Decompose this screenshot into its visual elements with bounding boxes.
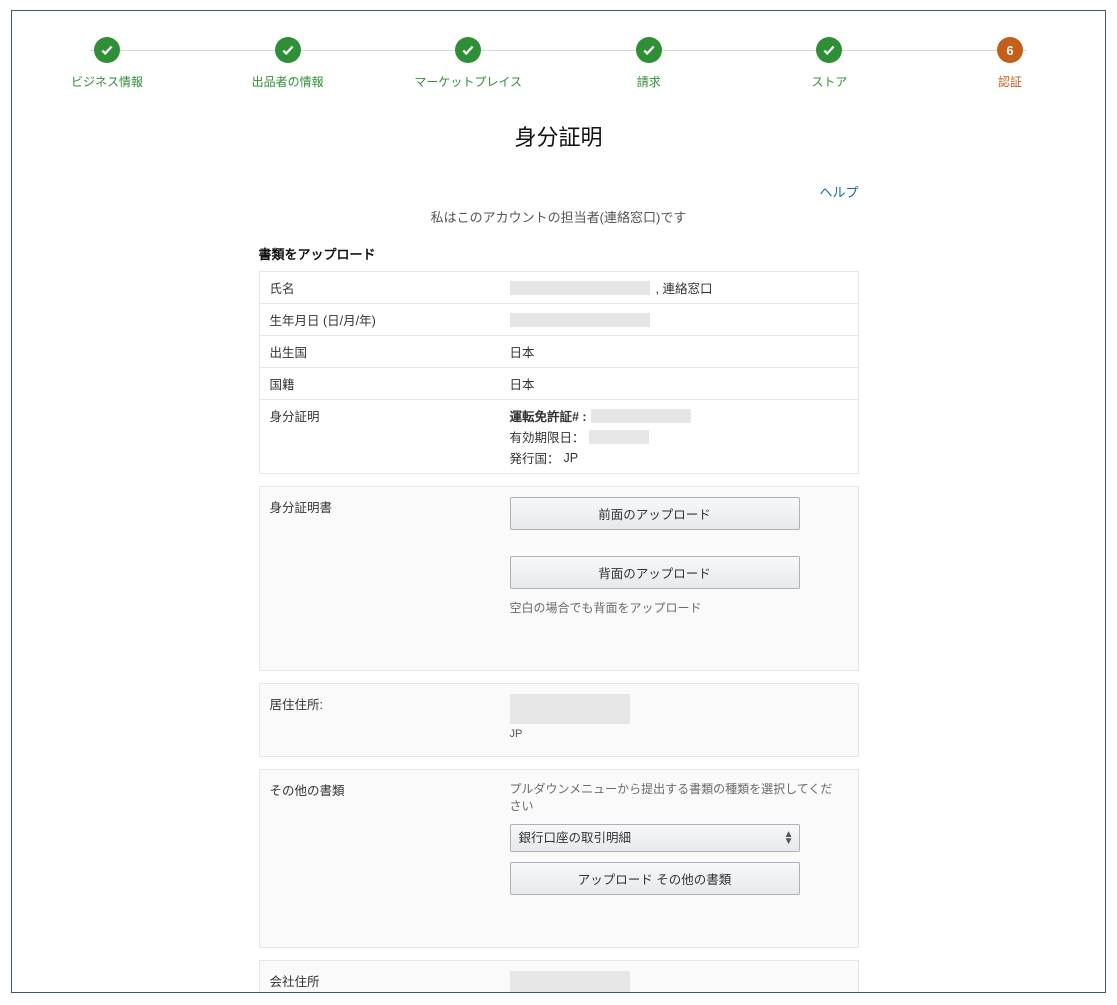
step-business-info[interactable]: ビジネス情報 bbox=[62, 37, 152, 90]
residence-label: 居住住所: bbox=[260, 684, 500, 756]
upload-back-hint: 空白の場合でも背面をアップロード bbox=[510, 599, 842, 616]
label-identity-doc: 身分証明 bbox=[260, 400, 500, 473]
label-nationality: 国籍 bbox=[260, 368, 500, 399]
step-label: 認証 bbox=[998, 73, 1022, 90]
page-title: 身分証明 bbox=[514, 120, 602, 152]
redacted-expiry bbox=[589, 430, 649, 444]
label-name: 氏名 bbox=[260, 272, 500, 303]
company-address-card: 会社住所 JP bbox=[259, 960, 859, 993]
check-icon bbox=[94, 37, 120, 63]
content-column: ヘルプ 私はこのアカウントの担当者(連絡窓口)です 書類をアップロード 氏名 ,… bbox=[259, 182, 859, 993]
step-marketplace[interactable]: マーケットプレイス bbox=[423, 37, 513, 90]
id-doc-label: 身分証明書 bbox=[260, 487, 500, 670]
other-docs-label: その他の書類 bbox=[260, 770, 500, 947]
redacted-dob bbox=[510, 313, 650, 327]
value-nationality: 日本 bbox=[500, 368, 858, 399]
stepper: ビジネス情報 出品者の情報 マーケットプレイス 請求 ストア bbox=[12, 11, 1105, 102]
step-label: ストア bbox=[811, 73, 847, 90]
label-dob: 生年月日 (日/月/年) bbox=[260, 304, 500, 335]
upload-docs-heading: 書類をアップロード bbox=[259, 244, 859, 263]
step-label: 出品者の情報 bbox=[252, 73, 324, 90]
residential-address-card: 居住住所: JP bbox=[259, 683, 859, 757]
upload-other-doc-button[interactable]: アップロード その他の書類 bbox=[510, 862, 800, 895]
check-icon bbox=[816, 37, 842, 63]
check-icon bbox=[455, 37, 481, 63]
value-dob bbox=[500, 304, 858, 335]
upload-back-button[interactable]: 背面のアップロード bbox=[510, 556, 800, 589]
value-name: , 連絡窓口 bbox=[500, 272, 858, 303]
page-frame: ビジネス情報 出品者の情報 マーケットプレイス 請求 ストア bbox=[11, 10, 1106, 993]
redacted-residence-address bbox=[510, 694, 630, 724]
row-birth-country: 出生国 日本 bbox=[260, 336, 858, 368]
issuing-prefix: 発行国： bbox=[510, 448, 560, 467]
main-content: 身分証明 ヘルプ 私はこのアカウントの担当者(連絡窓口)です 書類をアップロード… bbox=[12, 102, 1105, 993]
upload-front-button[interactable]: 前面のアップロード bbox=[510, 497, 800, 530]
other-docs-instruction: プルダウンメニューから提出する書類の種類を選択してください bbox=[510, 780, 842, 814]
id-document-upload-card: 身分証明書 前面のアップロード 背面のアップロード 空白の場合でも背面をアップロ… bbox=[259, 486, 859, 671]
row-name: 氏名 , 連絡窓口 bbox=[260, 272, 858, 304]
row-identity-doc: 身分証明 運転免許証# : 有効期限日： bbox=[260, 400, 858, 473]
doc-type-select-wrap: 銀行口座の取引明細 ▲▼ bbox=[510, 824, 800, 852]
help-link[interactable]: ヘルプ bbox=[819, 185, 858, 200]
redacted-name bbox=[510, 281, 650, 295]
value-identity-doc: 運転免許証# : 有効期限日： 発行国： JP bbox=[500, 400, 858, 473]
check-icon bbox=[275, 37, 301, 63]
company-address-label: 会社住所 bbox=[260, 961, 500, 993]
check-icon bbox=[636, 37, 662, 63]
redacted-license bbox=[591, 409, 691, 423]
other-documents-card: その他の書類 プルダウンメニューから提出する書類の種類を選択してください 銀行口… bbox=[259, 769, 859, 948]
label-birth-country: 出生国 bbox=[260, 336, 500, 367]
step-label: ビジネス情報 bbox=[71, 73, 143, 90]
step-seller-info[interactable]: 出品者の情報 bbox=[243, 37, 333, 90]
row-nationality: 国籍 日本 bbox=[260, 368, 858, 400]
row-dob: 生年月日 (日/月/年) bbox=[260, 304, 858, 336]
expiry-prefix: 有効期限日： bbox=[510, 427, 585, 446]
identity-info-table: 氏名 , 連絡窓口 生年月日 (日/月/年) 出生国 日本 bbox=[259, 271, 859, 474]
license-prefix: 運転免許証# : bbox=[510, 406, 587, 425]
step-label: マーケットプレイス bbox=[414, 73, 522, 90]
step-number-icon: 6 bbox=[997, 37, 1023, 63]
account-role-text: 私はこのアカウントの担当者(連絡窓口)です bbox=[259, 207, 859, 226]
issuing-value: JP bbox=[564, 451, 579, 465]
step-store[interactable]: ストア bbox=[784, 37, 874, 90]
step-verification[interactable]: 6 認証 bbox=[965, 37, 1055, 90]
name-suffix: , 連絡窓口 bbox=[656, 278, 713, 297]
help-row: ヘルプ bbox=[259, 182, 859, 201]
step-billing[interactable]: 請求 bbox=[604, 37, 694, 90]
value-birth-country: 日本 bbox=[500, 336, 858, 367]
residence-country: JP bbox=[510, 728, 842, 740]
redacted-company-address bbox=[510, 971, 630, 993]
doc-type-select[interactable]: 銀行口座の取引明細 bbox=[510, 824, 800, 852]
step-label: 請求 bbox=[637, 73, 661, 90]
